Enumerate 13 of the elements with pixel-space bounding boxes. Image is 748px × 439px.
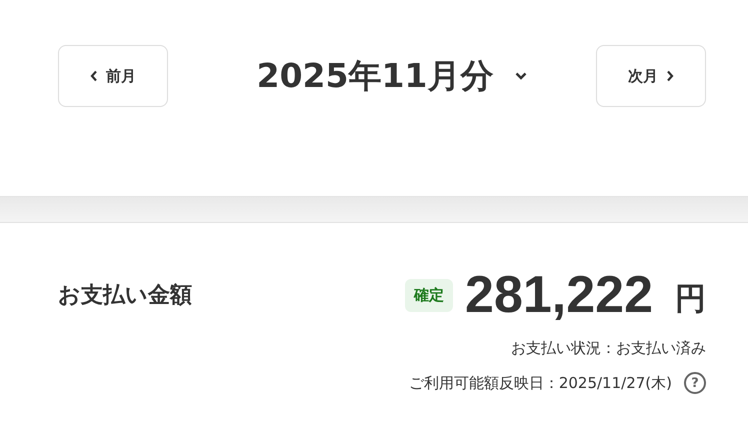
status-badge: 確定: [405, 278, 454, 312]
previous-month-button[interactable]: 前月: [58, 45, 168, 107]
payment-status-text: お支払い状況：お支払い済み: [510, 339, 706, 358]
next-month-button[interactable]: 次月: [596, 45, 706, 107]
payment-amount: 281,222: [465, 265, 653, 325]
help-icon[interactable]: ?: [684, 372, 706, 394]
chevron-left-icon: [90, 70, 98, 82]
payment-amount-label: お支払い金額: [58, 282, 192, 310]
month-selector[interactable]: 2025年11月分: [256, 54, 528, 98]
currency-unit: 円: [675, 280, 706, 319]
reflect-date-text: ご利用可能額反映日：2025/11/27(木): [408, 374, 672, 392]
chevron-down-icon: [515, 72, 528, 80]
chevron-right-icon: [666, 70, 674, 82]
